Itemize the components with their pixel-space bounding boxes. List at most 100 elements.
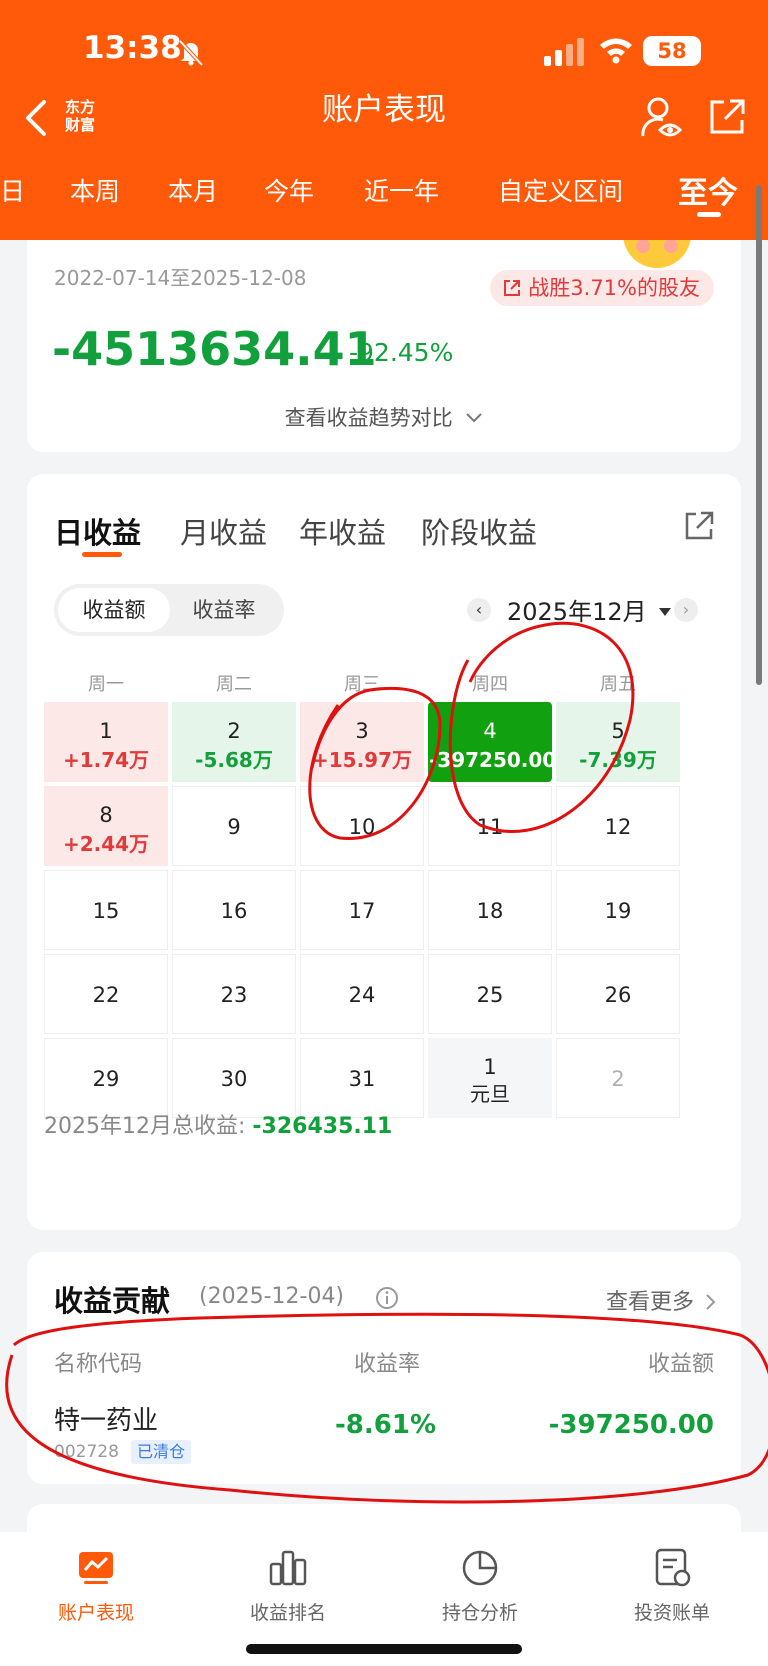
tab-year[interactable]: 今年 (264, 172, 314, 208)
calendar-day-cell[interactable]: 8 +2.44万 (44, 786, 168, 866)
calendar-day-cell[interactable]: 16 (172, 870, 296, 950)
column-header-name: 名称代码 (54, 1352, 143, 1377)
toggle-rate[interactable]: 收益率 (168, 588, 280, 632)
scrollbar[interactable] (756, 185, 762, 685)
day-number: 8 (99, 803, 113, 827)
calendar-day-cell[interactable]: 24 (300, 954, 424, 1034)
calendar-day-cell[interactable]: 2 (556, 1038, 680, 1118)
share-icon[interactable] (683, 510, 715, 542)
nav-account-performance[interactable]: 账户表现 (0, 1546, 192, 1625)
calendar-day-cell[interactable]: 30 (172, 1038, 296, 1118)
day-number: 5 (611, 719, 625, 743)
calendar-day-cell[interactable]: 15 (44, 870, 168, 950)
tab-yearly-income[interactable]: 年收益 (299, 510, 386, 552)
day-number: 9 (227, 815, 241, 839)
calendar-day-cell[interactable]: 31 (300, 1038, 424, 1118)
home-indicator[interactable] (246, 1644, 522, 1654)
weekday-label: 周五 (600, 674, 636, 695)
prev-month-button[interactable]: ‹ (467, 598, 491, 622)
nav-investment-bill[interactable]: 投资账单 (576, 1546, 768, 1625)
calendar-day-cell[interactable]: 11 (428, 786, 552, 866)
tab-to-date[interactable]: 至今 (678, 168, 738, 212)
calendar-day-cell[interactable]: 12 (556, 786, 680, 866)
tab-day[interactable]: 日 (0, 172, 25, 208)
contribution-date: (2025-12-04) (199, 1284, 345, 1309)
calendar-day-cell[interactable]: 19 (556, 870, 680, 950)
weekday-label: 周二 (216, 674, 252, 695)
calendar-day-cell[interactable]: 23 (172, 954, 296, 1034)
app-header: 13:38 58 东方 财富 账户表现 日 本周 本月 今年 近一年 自定义区间… (0, 0, 768, 240)
month-total-label: 2025年12月总收益: (44, 1114, 246, 1139)
calendar-day-cell[interactable]: 1 +1.74万 (44, 702, 168, 782)
caret-down-icon (659, 608, 672, 616)
nav-label: 收益排名 (249, 1602, 326, 1624)
tab-daily-income[interactable]: 日收益 (54, 510, 141, 552)
calendar-card: 日收益 月收益 年收益 阶段收益 收益额 收益率 ‹ 2025年12月 › 周一… (27, 474, 741, 1230)
calendar-day-cell[interactable]: 2 -5.68万 (172, 702, 296, 782)
calendar-day-cell[interactable]: 1 元旦 (428, 1038, 552, 1118)
pie-icon (462, 1550, 498, 1586)
day-number: 2 (227, 719, 241, 743)
info-icon[interactable] (375, 1286, 399, 1310)
bill-icon (655, 1548, 691, 1587)
calendar-day-cell[interactable]: 3 +15.97万 (300, 702, 424, 782)
day-profit: +15.97万 (311, 748, 413, 772)
tab-custom-range[interactable]: 自定义区间 (498, 172, 623, 208)
chart-icon (79, 1552, 113, 1584)
nav-label: 账户表现 (57, 1602, 134, 1624)
day-number: 31 (348, 1067, 376, 1091)
trend-compare-link[interactable]: 查看收益趋势对比 (27, 402, 741, 432)
day-number: 26 (604, 983, 632, 1007)
nav-holding-analysis[interactable]: 持仓分析 (384, 1546, 576, 1625)
calendar-day-cell[interactable]: 10 (300, 786, 424, 866)
period-tabs: 日 本周 本月 今年 近一年 自定义区间 至今 (0, 172, 768, 220)
day-number: 25 (476, 983, 504, 1007)
weekday-label: 周四 (472, 674, 508, 695)
next-month-button[interactable]: › (674, 598, 698, 622)
day-number: 3 (355, 719, 369, 743)
stock-code: 002728 (54, 1442, 119, 1462)
calendar-day-cell[interactable]: 5 -7.39万 (556, 702, 680, 782)
day-profit: -397250.00 (429, 748, 557, 772)
calendar-day-cell[interactable]: 26 (556, 954, 680, 1034)
tab-stage-income[interactable]: 阶段收益 (421, 510, 537, 552)
tab-monthly-income[interactable]: 月收益 (180, 510, 267, 552)
weekday-label: 周一 (88, 674, 124, 695)
tab-week[interactable]: 本周 (70, 172, 120, 208)
win-badge[interactable]: 战胜3.71%的股友 (490, 270, 714, 306)
day-profit: -7.39万 (579, 748, 657, 772)
calendar-day-cell[interactable]: 4 -397250.00 (428, 702, 557, 782)
column-header-amount: 收益额 (647, 1352, 714, 1377)
calendar-day-cell[interactable]: 25 (428, 954, 552, 1034)
trend-compare-label: 查看收益趋势对比 (284, 406, 453, 430)
total-profit-amount: -4513634.41 (52, 322, 377, 376)
month-label: 2025年12月 (507, 598, 647, 626)
toggle-amount[interactable]: 收益额 (58, 588, 170, 632)
day-number: 11 (476, 815, 504, 839)
amount-rate-toggle: 收益额 收益率 (54, 584, 284, 636)
month-selector[interactable]: 2025年12月 (507, 592, 672, 627)
day-number: 4 (483, 719, 497, 743)
day-number: 16 (220, 899, 248, 923)
tab-last-year[interactable]: 近一年 (364, 172, 439, 208)
month-total: 2025年12月总收益: -326435.11 (44, 1108, 392, 1140)
day-number: 19 (604, 899, 632, 923)
calendar-day-cell[interactable]: 17 (300, 870, 424, 950)
calendar-day-cell[interactable]: 22 (44, 954, 168, 1034)
stock-name: 特一药业 (54, 1406, 159, 1436)
nav-profit-ranking[interactable]: 收益排名 (192, 1546, 384, 1625)
user-eye-icon[interactable] (640, 96, 682, 140)
calendar-day-cell[interactable]: 29 (44, 1038, 168, 1118)
column-header-rate: 收益率 (354, 1352, 421, 1377)
share-icon[interactable] (708, 98, 746, 136)
calendar-day-cell[interactable]: 18 (428, 870, 552, 950)
see-more-link[interactable]: 查看更多 (606, 1284, 717, 1316)
weekday-label: 周三 (344, 674, 380, 695)
day-profit: +1.74万 (62, 748, 150, 772)
calendar-day-cell[interactable]: 9 (172, 786, 296, 866)
tab-month[interactable]: 本月 (168, 172, 218, 208)
day-number: 17 (348, 899, 376, 923)
stock-amount: -397250.00 (548, 1410, 714, 1440)
see-more-label: 查看更多 (605, 1290, 694, 1315)
signal-icon (544, 38, 584, 66)
